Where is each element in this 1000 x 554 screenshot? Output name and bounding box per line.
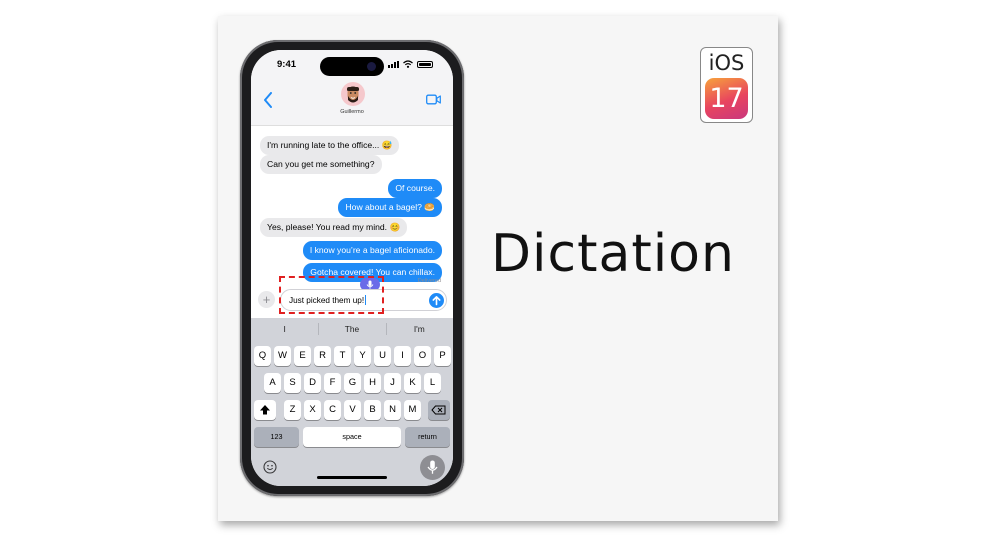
- predictive-bar: I The I'm: [251, 318, 453, 340]
- send-button[interactable]: [429, 293, 444, 308]
- key-z[interactable]: Z: [284, 400, 301, 420]
- key-c[interactable]: C: [324, 400, 341, 420]
- shift-key[interactable]: [254, 400, 276, 420]
- status-time: 9:41: [277, 59, 297, 70]
- key-l[interactable]: L: [424, 373, 441, 393]
- key-m[interactable]: M: [404, 400, 421, 420]
- message-received: I'm running late to the office... 😅: [260, 136, 400, 155]
- key-v[interactable]: V: [344, 400, 361, 420]
- cellular-signal-icon: [388, 60, 399, 68]
- key-u[interactable]: U: [374, 346, 391, 366]
- return-key[interactable]: return: [405, 427, 450, 447]
- key-d[interactable]: D: [304, 373, 321, 393]
- status-icons: [388, 60, 433, 68]
- dictation-highlight-box: [279, 276, 384, 314]
- numbers-key[interactable]: 123: [254, 427, 299, 447]
- key-s[interactable]: S: [284, 373, 301, 393]
- dynamic-island: [320, 57, 384, 76]
- page-title: Dictation: [491, 224, 735, 284]
- memoji-icon: [347, 86, 359, 103]
- key-f[interactable]: F: [324, 373, 341, 393]
- battery-icon: [417, 60, 433, 68]
- key-j[interactable]: J: [384, 373, 401, 393]
- suggestion[interactable]: The: [318, 318, 385, 340]
- keyboard: I The I'm Q W E R T Y U I O P A S D F G …: [251, 318, 453, 486]
- shift-icon: [260, 405, 270, 415]
- suggestion[interactable]: I: [251, 318, 318, 340]
- key-e[interactable]: E: [294, 346, 311, 366]
- key-b[interactable]: B: [364, 400, 381, 420]
- dictation-button[interactable]: [420, 455, 445, 480]
- key-i[interactable]: I: [394, 346, 411, 366]
- space-key[interactable]: space: [303, 427, 401, 447]
- key-g[interactable]: G: [344, 373, 361, 393]
- backspace-icon: [431, 405, 446, 415]
- key-o[interactable]: O: [414, 346, 431, 366]
- home-indicator: [317, 476, 387, 479]
- message-sent: Of course.: [388, 179, 442, 198]
- key-y[interactable]: Y: [354, 346, 371, 366]
- key-k[interactable]: K: [404, 373, 421, 393]
- key-a[interactable]: A: [264, 373, 281, 393]
- key-h[interactable]: H: [364, 373, 381, 393]
- key-n[interactable]: N: [384, 400, 401, 420]
- contact-avatar[interactable]: [341, 82, 365, 106]
- iphone-frame: Guillermo 9:41 I'm running late to the o…: [240, 40, 464, 496]
- phone-screen: Guillermo 9:41 I'm running late to the o…: [251, 50, 453, 486]
- contact-name[interactable]: Guillermo: [251, 109, 453, 115]
- apps-plus-button[interactable]: +: [258, 291, 275, 308]
- key-r[interactable]: R: [314, 346, 331, 366]
- key-w[interactable]: W: [274, 346, 291, 366]
- key-p[interactable]: P: [434, 346, 451, 366]
- message-received: Yes, please! You read my mind. 😊: [260, 218, 408, 237]
- video-call-icon[interactable]: [426, 94, 441, 105]
- emoji-icon[interactable]: [263, 460, 277, 474]
- key-q[interactable]: Q: [254, 346, 271, 366]
- microphone-icon: [427, 460, 438, 474]
- message-received: Can you get me something?: [260, 155, 382, 174]
- key-t[interactable]: T: [334, 346, 351, 366]
- arrow-up-icon: [432, 296, 441, 306]
- delete-key[interactable]: [428, 400, 450, 420]
- wifi-icon: [403, 60, 413, 68]
- back-chevron-icon[interactable]: [263, 92, 273, 108]
- delivered-status: Delivered: [417, 278, 441, 284]
- key-x[interactable]: X: [304, 400, 321, 420]
- ios-logo-word: iOS: [708, 51, 745, 75]
- suggestion[interactable]: I'm: [385, 318, 453, 340]
- message-sent: How about a bagel? 🥯: [338, 198, 442, 217]
- ios-17-logo: iOS 17: [700, 47, 753, 123]
- message-sent: I know you’re a bagel aficionado.: [302, 241, 442, 260]
- ios-version-tile: 17: [705, 78, 748, 119]
